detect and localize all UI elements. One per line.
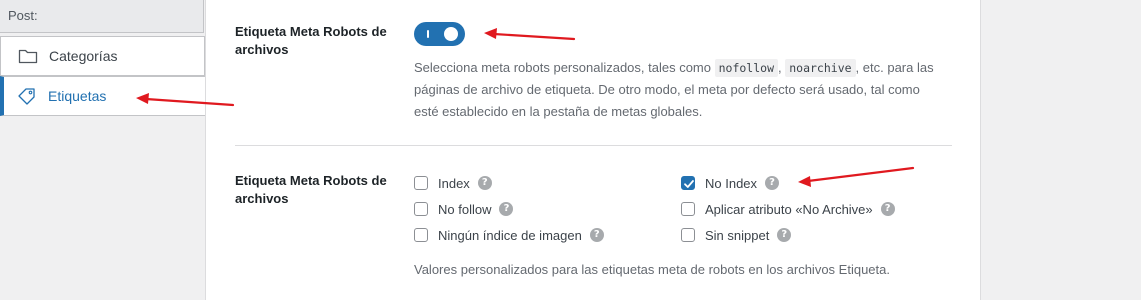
option-label: Index: [438, 175, 470, 191]
toggle-knob: [444, 27, 458, 41]
help-icon[interactable]: ?: [477, 176, 492, 190]
no-image-index-checkbox[interactable]: [414, 228, 428, 242]
folder-icon: [18, 47, 40, 65]
option-no-image-index[interactable]: Ningún índice de imagen ?: [414, 226, 604, 244]
sidebar: Post: Categorías Etiquetas: [0, 0, 206, 300]
option-no-follow[interactable]: No follow ?: [414, 200, 514, 218]
option-no-archive[interactable]: Aplicar atributo «No Archive» ?: [681, 200, 895, 218]
help-icon[interactable]: ?: [765, 176, 780, 190]
option-label: Sin snippet: [705, 227, 770, 243]
meta-robots-toggle[interactable]: [414, 22, 465, 46]
sidebar-header: Post:: [0, 0, 204, 33]
sidebar-item-categorias[interactable]: Categorías: [0, 36, 205, 76]
help-icon[interactable]: ?: [589, 228, 604, 242]
meta-robots-description: Selecciona meta robots personalizados, t…: [414, 57, 944, 123]
toggle-on-indicator: [427, 30, 429, 38]
meta-robots-options-description: Valores personalizados para las etiqueta…: [414, 262, 890, 277]
row-divider: [235, 145, 952, 146]
desc-text: Selecciona meta robots personalizados, t…: [414, 60, 715, 75]
option-no-snippet[interactable]: Sin snippet ?: [681, 226, 792, 244]
help-icon[interactable]: ?: [499, 202, 514, 216]
no-follow-checkbox[interactable]: [414, 202, 428, 216]
code-nofollow: nofollow: [714, 59, 778, 77]
row-label-meta-robots-toggle: Etiqueta Meta Robots de archivos: [235, 24, 387, 57]
option-label: No Index: [705, 175, 758, 191]
no-snippet-checkbox[interactable]: [681, 228, 695, 242]
checkmark-icon: [684, 180, 694, 188]
option-label: No follow: [438, 201, 492, 217]
sidebar-item-etiquetas[interactable]: Etiquetas: [0, 76, 206, 116]
option-index[interactable]: Index ?: [414, 174, 492, 192]
option-no-index[interactable]: No Index ?: [681, 174, 780, 192]
help-icon[interactable]: ?: [880, 202, 895, 216]
option-label: Ningún índice de imagen: [438, 227, 582, 243]
code-noarchive: noarchive: [785, 59, 856, 77]
row-label-meta-robots-options: Etiqueta Meta Robots de archivos: [235, 173, 387, 206]
option-label: Aplicar atributo «No Archive»: [705, 201, 873, 217]
sidebar-item-label: Categorías: [49, 48, 118, 64]
help-icon[interactable]: ?: [777, 228, 792, 242]
sidebar-item-label: Etiquetas: [48, 88, 107, 104]
no-archive-checkbox[interactable]: [681, 202, 695, 216]
tag-icon: [17, 87, 39, 105]
index-checkbox[interactable]: [414, 176, 428, 190]
no-index-checkbox[interactable]: [681, 176, 695, 190]
